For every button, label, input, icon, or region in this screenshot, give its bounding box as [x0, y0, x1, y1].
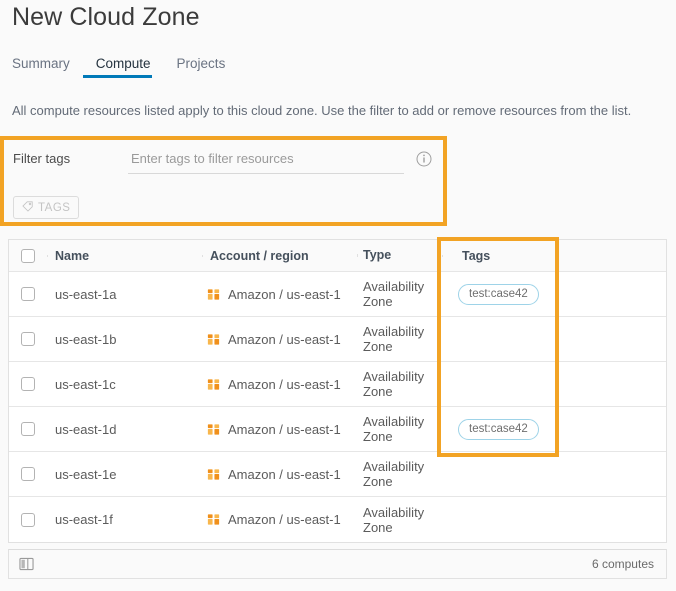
compute-count-label: 6 computes [591, 557, 654, 571]
cell-account-region: Amazon / us-east-1 [202, 332, 357, 347]
select-all-checkbox[interactable] [21, 248, 35, 263]
row-checkbox[interactable] [21, 377, 35, 391]
column-header-type[interactable]: Type [357, 248, 442, 263]
tag-chip[interactable]: test:case42 [458, 283, 539, 305]
aws-cube-icon [206, 422, 221, 437]
aws-cube-icon [206, 377, 221, 392]
cell-account-region: Amazon / us-east-1 [202, 422, 357, 437]
table-row[interactable]: us-east-1c Amazon / us-east-1 Availabili… [9, 362, 666, 407]
tab-bar: Summary Compute Projects [12, 52, 238, 78]
column-layout-icon[interactable] [19, 557, 34, 571]
cell-account-region: Amazon / us-east-1 [202, 287, 357, 302]
row-checkbox[interactable] [21, 287, 35, 301]
cell-account-label: Amazon / us-east-1 [228, 512, 341, 527]
table-row[interactable]: us-east-1b Amazon / us-east-1 Availabili… [9, 317, 666, 362]
table-row[interactable]: us-east-1e Amazon / us-east-1 Availabili… [9, 452, 666, 497]
cell-account-region: Amazon / us-east-1 [202, 512, 357, 527]
cell-type: Availability Zone [363, 414, 425, 444]
row-checkbox[interactable] [21, 422, 35, 436]
filter-tags-input-wrapper [128, 148, 404, 174]
column-header-tags[interactable]: Tags [442, 249, 557, 263]
table-row[interactable]: us-east-1f Amazon / us-east-1 Availabili… [9, 497, 666, 542]
page-description: All compute resources listed apply to th… [12, 103, 632, 118]
cell-type: Availability Zone [363, 459, 425, 489]
cell-account-label: Amazon / us-east-1 [228, 286, 341, 302]
filter-tags-label: Filter tags [13, 151, 71, 166]
filter-tags-section: Filter tags TAGS [4, 140, 443, 222]
row-select-cell [9, 332, 47, 346]
computes-table: Name Account / region Type Tags us-east-… [8, 239, 667, 543]
cell-name: us-east-1c [55, 376, 116, 392]
cell-name: us-east-1e [55, 466, 117, 482]
cell-account-label: Amazon / us-east-1 [228, 466, 341, 482]
aws-cube-icon [206, 287, 221, 302]
cell-name: us-east-1a [55, 286, 117, 302]
select-all-cell [9, 248, 47, 263]
row-select-cell [9, 377, 47, 391]
row-select-cell [9, 467, 47, 481]
cell-account-region: Amazon / us-east-1 [202, 377, 357, 392]
table-row[interactable]: us-east-1a Amazon / us-east-1 Availabili… [9, 272, 666, 317]
row-checkbox[interactable] [21, 467, 35, 481]
row-select-cell [9, 287, 47, 301]
filter-tags-input[interactable] [128, 148, 404, 169]
tab-summary[interactable]: Summary [12, 56, 83, 78]
cell-account-region: Amazon / us-east-1 [202, 467, 357, 482]
row-checkbox[interactable] [21, 512, 35, 527]
cell-name: us-east-1f [55, 512, 113, 527]
cell-tags: test:case42 [442, 283, 557, 305]
tab-compute[interactable]: Compute [82, 56, 164, 78]
cell-tags: test:case42 [442, 418, 557, 440]
aws-cube-icon [206, 467, 221, 482]
table-header-row: Name Account / region Type Tags [9, 240, 666, 272]
cell-type: Availability Zone [363, 369, 425, 399]
tab-projects[interactable]: Projects [164, 56, 239, 78]
column-header-account-region[interactable]: Account / region [202, 249, 357, 263]
tags-button-label: TAGS [38, 201, 71, 214]
column-header-name[interactable]: Name [47, 249, 202, 263]
aws-cube-icon [206, 332, 221, 347]
cell-account-label: Amazon / us-east-1 [228, 421, 341, 437]
row-checkbox[interactable] [21, 332, 35, 346]
row-select-cell [9, 422, 47, 436]
cell-name: us-east-1d [55, 421, 117, 437]
cell-account-label: Amazon / us-east-1 [228, 376, 341, 392]
info-circle-icon[interactable] [416, 151, 432, 167]
row-select-cell [9, 512, 47, 527]
tag-chip[interactable]: test:case42 [458, 418, 539, 440]
table-row[interactable]: us-east-1d Amazon / us-east-1 Availabili… [9, 407, 666, 452]
cell-type: Availability Zone [363, 279, 425, 309]
tags-button[interactable]: TAGS [13, 196, 80, 219]
cell-type: Availability Zone [363, 324, 425, 354]
cell-name: us-east-1b [55, 331, 117, 347]
aws-cube-icon [206, 512, 221, 527]
page-title: New Cloud Zone [12, 3, 200, 31]
tag-icon [22, 200, 33, 215]
table-footer: 6 computes [8, 549, 667, 579]
cell-type: Availability Zone [363, 504, 425, 535]
cell-account-label: Amazon / us-east-1 [228, 331, 341, 347]
